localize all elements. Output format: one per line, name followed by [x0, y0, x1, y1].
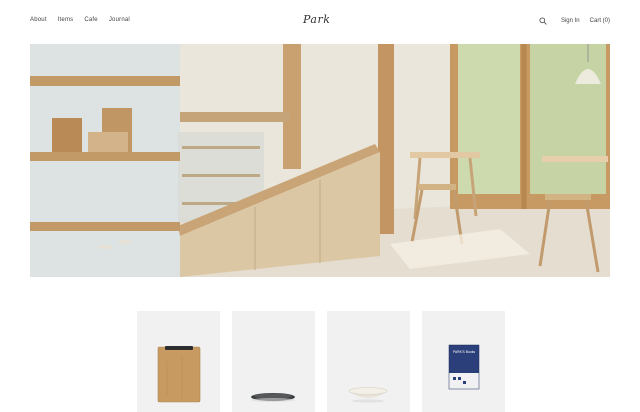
- brand-logo[interactable]: Park: [303, 13, 330, 26]
- nav-journal[interactable]: Journal: [109, 17, 130, 23]
- product-grid: PARK'S Books: [137, 311, 505, 412]
- product-card-book[interactable]: PARK'S Books: [422, 311, 505, 412]
- book-image: PARK'S Books: [448, 344, 480, 390]
- nav-about[interactable]: About: [30, 17, 47, 23]
- hero-image: [30, 44, 610, 277]
- book-cover-title: PARK'S Books: [453, 350, 476, 354]
- product-card-plate[interactable]: [232, 311, 315, 412]
- cart-link[interactable]: Cart (0): [590, 18, 610, 24]
- clipboard-image: [157, 346, 201, 403]
- plate-image: [251, 393, 295, 402]
- main-nav: About Items Cafe Journal: [30, 17, 130, 23]
- header-actions: Sign In Cart (0): [539, 17, 610, 25]
- nav-items[interactable]: Items: [58, 17, 74, 23]
- product-card-clipboard[interactable]: [137, 311, 220, 412]
- product-card-bowl[interactable]: [327, 311, 410, 412]
- cafe-interior-illustration: [30, 44, 610, 277]
- nav-cafe[interactable]: Cafe: [84, 17, 97, 23]
- bowl-image: [348, 387, 388, 403]
- sign-in-link[interactable]: Sign In: [561, 18, 580, 24]
- site-header: About Items Cafe Journal Park Sign In Ca…: [0, 0, 640, 44]
- search-icon[interactable]: [539, 17, 547, 25]
